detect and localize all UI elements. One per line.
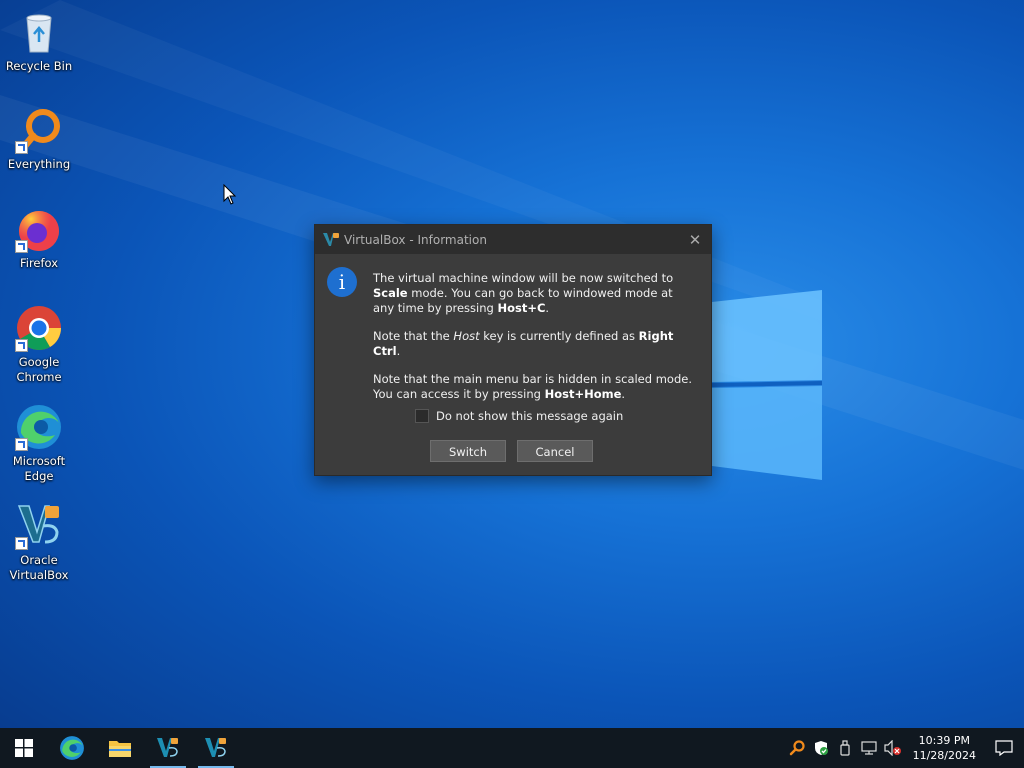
- notification-icon: [995, 740, 1013, 756]
- windows-security-shield-icon: [814, 741, 828, 755]
- desktop-icon-google-chrome[interactable]: Google Chrome: [4, 304, 74, 385]
- clock-date: 11/28/2024: [912, 749, 976, 762]
- desktop-icon-label: Firefox: [19, 256, 59, 270]
- usb-drive-icon: [839, 740, 850, 756]
- taskbar: 10:39 PM 11/28/2024: [0, 728, 1024, 768]
- everything-search-icon: [789, 740, 805, 756]
- windows-start-icon: [15, 739, 33, 757]
- taskbar-edge-button[interactable]: [48, 728, 96, 768]
- desktop-icon-firefox[interactable]: Firefox: [4, 205, 74, 271]
- chrome-icon: [15, 304, 63, 352]
- recycle-bin-icon: [15, 8, 63, 56]
- windows-logo-wallpaper: [712, 290, 823, 480]
- start-button[interactable]: [0, 728, 48, 768]
- network-icon: [860, 741, 877, 755]
- desktop-icon-label: Recycle Bin: [5, 59, 73, 73]
- message-paragraph-1: The virtual machine window will be now s…: [373, 271, 674, 315]
- everything-search-icon: [15, 106, 63, 154]
- desktop-icon-label: Oracle: [20, 553, 58, 567]
- virtualbox-information-dialog: VirtualBox - Information ✕ i The virtual…: [314, 224, 712, 476]
- dialog-message: The virtual machine window will be now s…: [373, 271, 697, 415]
- info-icon: i: [327, 267, 357, 297]
- edge-icon: [60, 736, 84, 760]
- mouse-cursor-icon: [223, 184, 237, 205]
- desktop-icon-label-line2: Chrome: [16, 370, 62, 384]
- shortcut-arrow-icon: [15, 141, 28, 154]
- message-paragraph-3: Note that the main menu bar is hidden in…: [373, 372, 692, 401]
- tray-usb-button[interactable]: [833, 728, 857, 768]
- desktop-icon-microsoft-edge[interactable]: Microsoft Edge: [4, 403, 74, 484]
- notification-center-button[interactable]: [984, 728, 1024, 768]
- tray-security-button[interactable]: [809, 728, 833, 768]
- tray-network-button[interactable]: [857, 728, 881, 768]
- folder-icon: [109, 741, 131, 757]
- desktop-icon-label-line2: VirtualBox: [9, 568, 69, 582]
- virtualbox-icon: [157, 738, 178, 757]
- system-tray: 10:39 PM 11/28/2024: [785, 728, 1024, 768]
- shortcut-arrow-icon: [15, 438, 28, 451]
- dialog-title: VirtualBox - Information: [344, 232, 487, 247]
- firefox-icon: [15, 205, 63, 253]
- dialog-title-bar[interactable]: VirtualBox - Information ✕: [315, 225, 711, 254]
- desktop-icon-label: Google: [18, 355, 60, 369]
- cancel-button[interactable]: Cancel: [517, 440, 593, 462]
- taskbar-file-explorer-button[interactable]: [96, 728, 144, 768]
- do-not-show-again-row[interactable]: Do not show this message again: [415, 409, 623, 423]
- desktop-icon-label-line2: Edge: [24, 469, 54, 483]
- desktop-icon-recycle-bin[interactable]: Recycle Bin: [4, 8, 74, 74]
- shortcut-arrow-icon: [15, 240, 28, 253]
- taskbar-clock[interactable]: 10:39 PM 11/28/2024: [905, 733, 984, 763]
- virtualbox-icon: [205, 738, 226, 757]
- shortcut-arrow-icon: [15, 537, 28, 550]
- do-not-show-again-label: Do not show this message again: [436, 409, 624, 423]
- desktop-icon-label: Microsoft: [12, 454, 66, 468]
- clock-time: 10:39 PM: [918, 734, 970, 747]
- switch-button[interactable]: Switch: [430, 440, 506, 462]
- taskbar-virtualbox-button[interactable]: [144, 728, 192, 768]
- tray-everything-button[interactable]: [785, 728, 809, 768]
- virtualbox-icon: [15, 502, 63, 550]
- desktop-icon-oracle-virtualbox[interactable]: Oracle VirtualBox: [4, 502, 74, 583]
- desktop-icon-everything[interactable]: Everything: [4, 106, 74, 172]
- taskbar-virtualbox-vm-button[interactable]: [192, 728, 240, 768]
- tray-volume-button[interactable]: [881, 728, 905, 768]
- virtualbox-icon: [323, 232, 339, 246]
- desktop-icon-label: Everything: [7, 157, 71, 171]
- edge-icon: [15, 403, 63, 451]
- shortcut-arrow-icon: [15, 339, 28, 352]
- close-icon[interactable]: ✕: [687, 232, 703, 248]
- do-not-show-again-checkbox[interactable]: [415, 409, 429, 423]
- volume-muted-icon: [883, 740, 901, 756]
- message-paragraph-2: Note that the Host key is currently defi…: [373, 329, 674, 358]
